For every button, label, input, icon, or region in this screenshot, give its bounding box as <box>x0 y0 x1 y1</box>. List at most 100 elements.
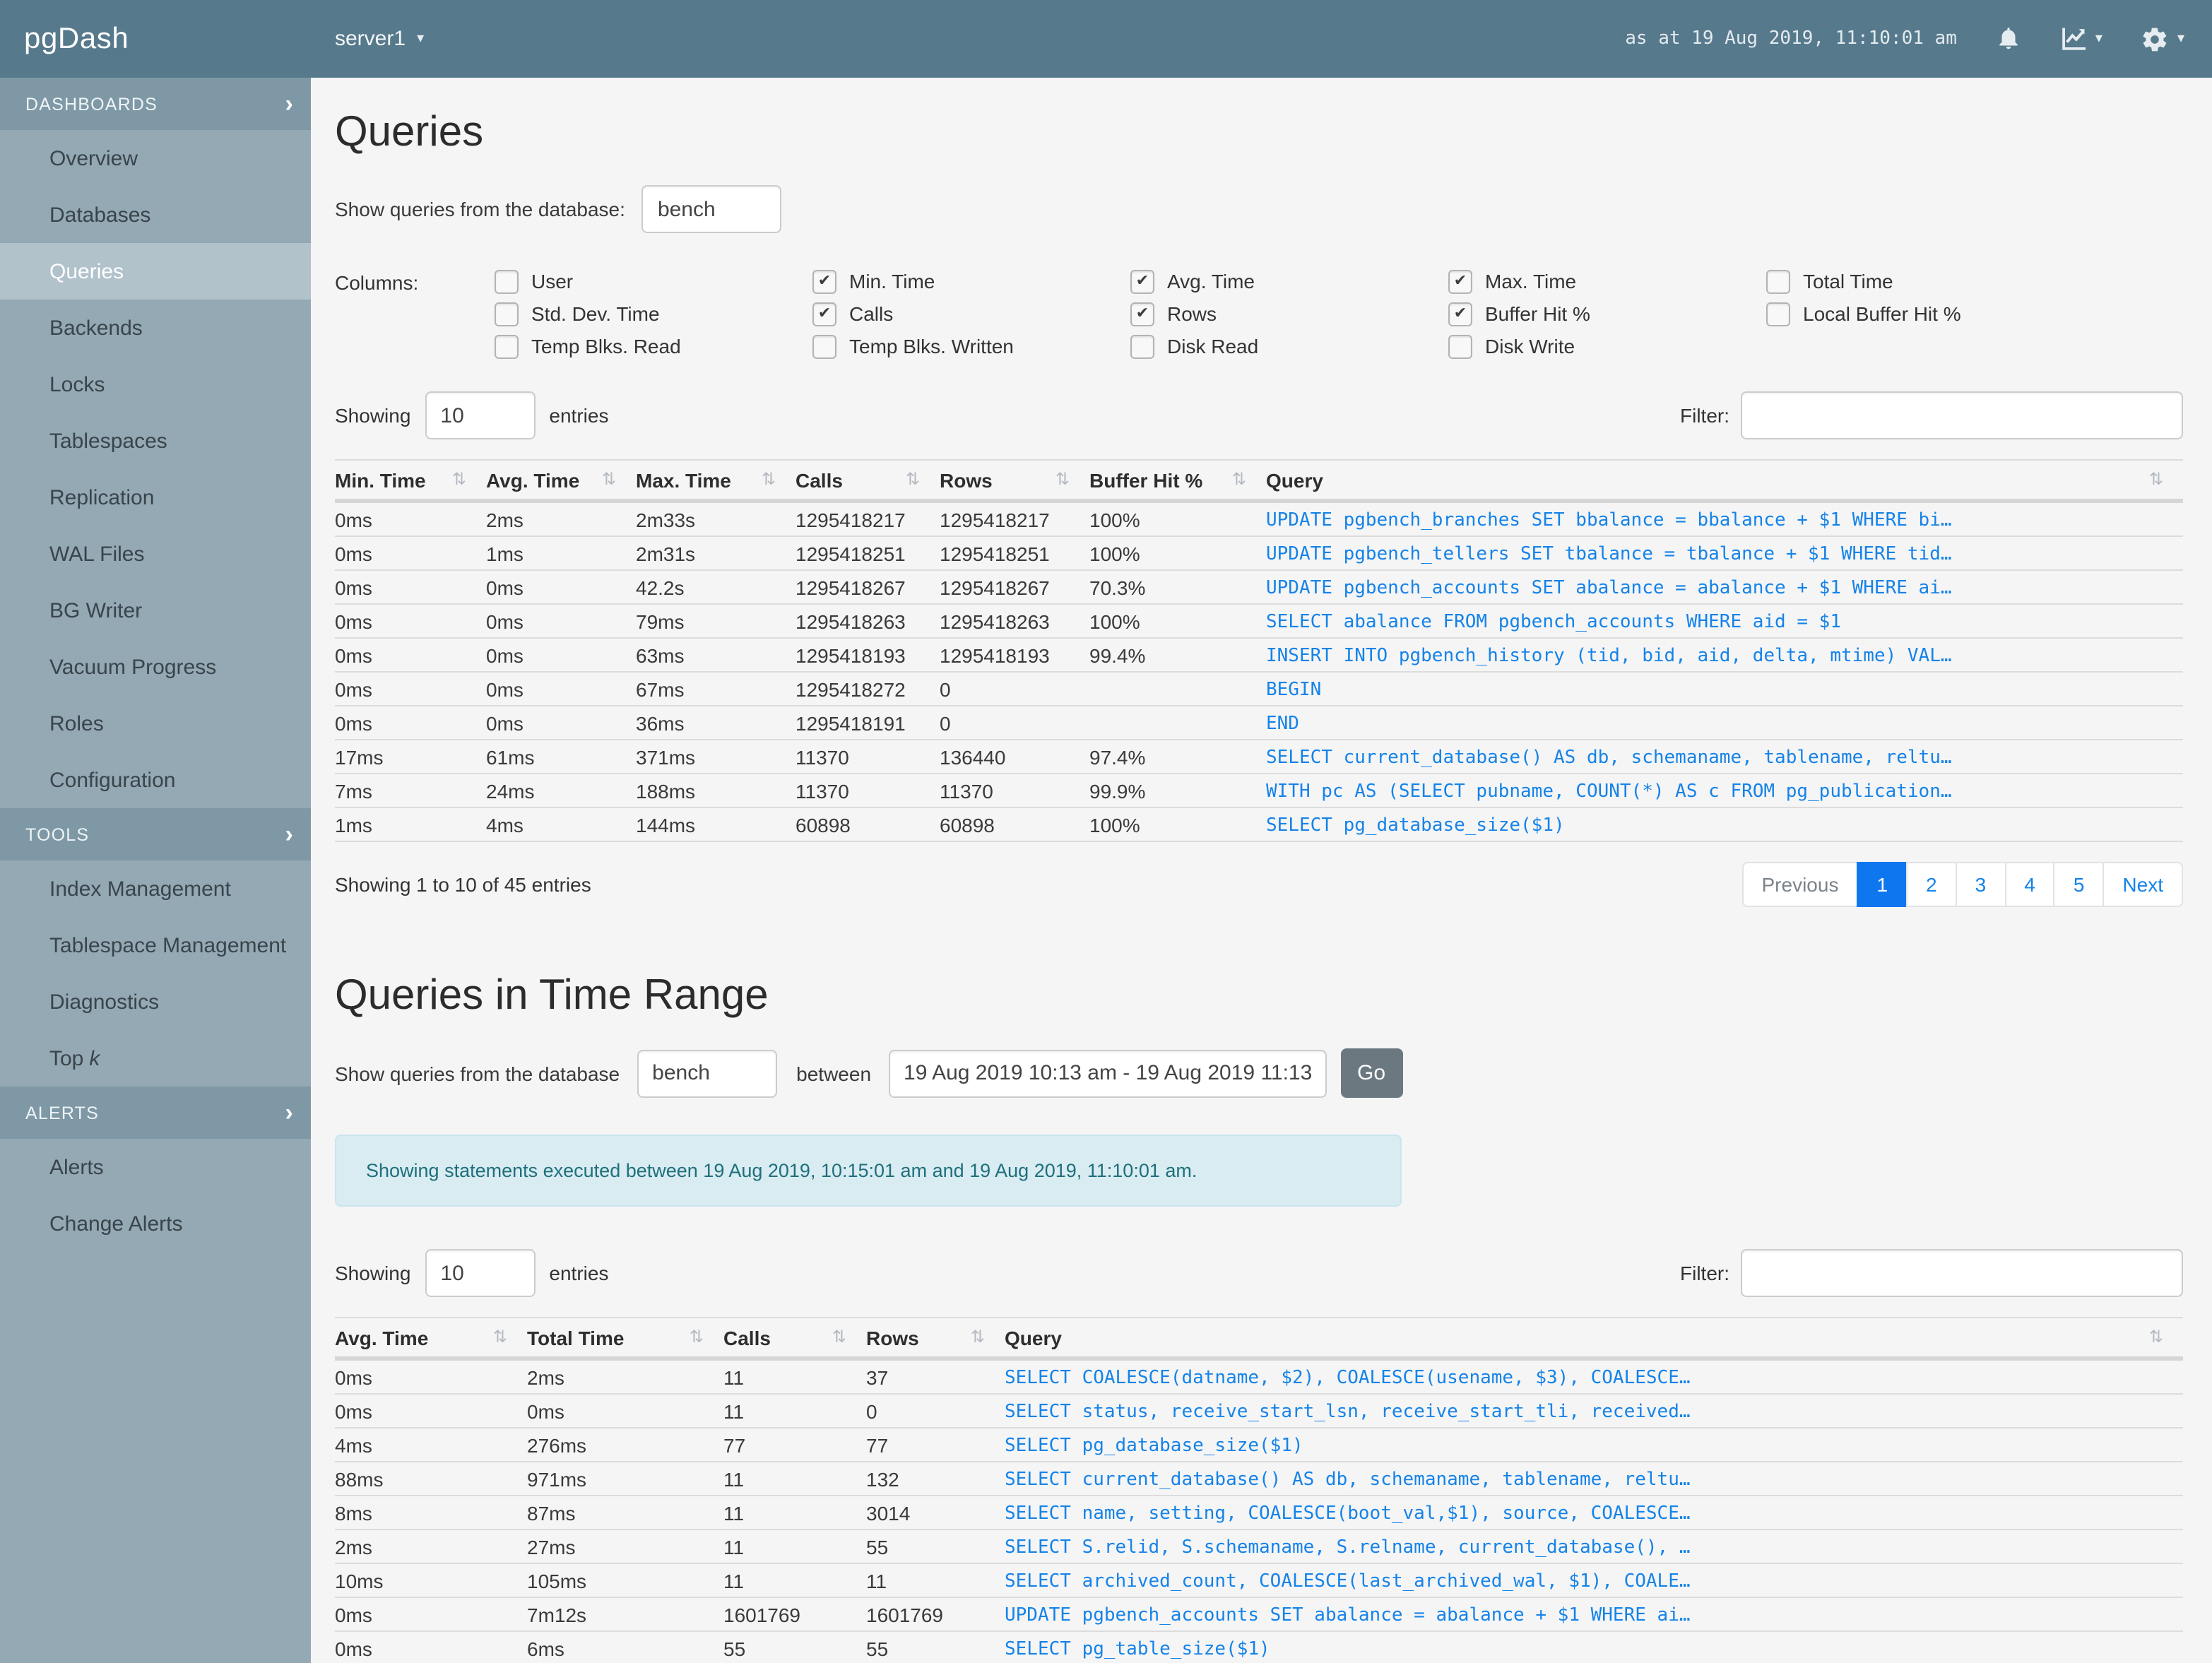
checkbox-checked-icon[interactable]: ✔ <box>1448 302 1472 326</box>
sidebar-item-configuration[interactable]: Configuration <box>0 752 311 808</box>
sidebar-item-backends[interactable]: Backends <box>0 300 311 356</box>
query-link[interactable]: WITH pc AS (SELECT pubname, COUNT(*) AS … <box>1266 774 2183 808</box>
query-link[interactable]: SELECT status, receive_start_lsn, receiv… <box>1005 1394 2183 1428</box>
column-toggle-local-buffer-hit[interactable]: Local Buffer Hit % <box>1766 302 1961 326</box>
column-toggle-min-time[interactable]: ✔ Min. Time <box>812 269 1130 293</box>
checkbox-unchecked-icon[interactable] <box>1448 334 1472 358</box>
sidebar-item-diagnostics[interactable]: Diagnostics <box>0 973 311 1030</box>
sidebar-item-bg-writer[interactable]: BG Writer <box>0 582 311 639</box>
column-toggle-buffer-hit[interactable]: ✔ Buffer Hit % <box>1448 302 1766 326</box>
server-selector[interactable]: server1 ▾ <box>335 27 424 51</box>
sidebar-item-wal-files[interactable]: WAL Files <box>0 526 311 582</box>
pagination-page-3[interactable]: 3 <box>1955 862 2006 907</box>
sidebar-item-locks[interactable]: Locks <box>0 356 311 413</box>
sidebar-section-alerts[interactable]: ALERTS › <box>0 1087 311 1139</box>
column-toggle-max-time[interactable]: ✔ Max. Time <box>1448 269 1766 293</box>
query-link[interactable]: BEGIN <box>1266 672 2183 706</box>
sidebar-item-replication[interactable]: Replication <box>0 469 311 526</box>
column-toggle-user[interactable]: User <box>495 269 812 293</box>
sidebar-item-databases[interactable]: Databases <box>0 187 311 243</box>
sort-icon[interactable]: ⇅ <box>2149 469 2163 489</box>
column-header-query[interactable]: ⇅ Query <box>1266 459 2183 503</box>
checkbox-checked-icon[interactable]: ✔ <box>812 302 836 326</box>
checkbox-unchecked-icon[interactable] <box>812 334 836 358</box>
sidebar-section-dashboards[interactable]: DASHBOARDS › <box>0 78 311 130</box>
sidebar-item-change-alerts[interactable]: Change Alerts <box>0 1195 311 1252</box>
query-link[interactable]: SELECT archived_count, COALESCE(last_arc… <box>1005 1563 2183 1598</box>
column-toggle-temp-blks-written[interactable]: Temp Blks. Written <box>812 334 1130 358</box>
sidebar-item-overview[interactable]: Overview <box>0 130 311 187</box>
notifications-bell-button[interactable] <box>1995 25 2022 52</box>
date-range-input[interactable] <box>888 1049 1327 1097</box>
database-input[interactable] <box>641 185 782 233</box>
query-link[interactable]: SELECT current_database() AS db, scheman… <box>1266 740 2183 774</box>
column-header-max-time[interactable]: ⇅ Max. Time <box>636 459 796 503</box>
pagination-page-4[interactable]: 4 <box>2004 862 2055 907</box>
column-header-avg-time[interactable]: ⇅ Avg. Time <box>335 1317 527 1361</box>
sort-icon[interactable]: ⇅ <box>2149 1327 2163 1347</box>
column-toggle-disk-write[interactable]: Disk Write <box>1448 334 1766 358</box>
column-header-calls[interactable]: ⇅ Calls <box>723 1317 866 1361</box>
checkbox-checked-icon[interactable]: ✔ <box>812 269 836 293</box>
sidebar-section-tools[interactable]: TOOLS › <box>0 808 311 860</box>
checkbox-checked-icon[interactable]: ✔ <box>1448 269 1472 293</box>
checkbox-unchecked-icon[interactable] <box>1766 269 1790 293</box>
sidebar-item-tablespace-management[interactable]: Tablespace Management <box>0 917 311 973</box>
query-link[interactable]: INSERT INTO pgbench_history (tid, bid, a… <box>1266 638 2183 673</box>
entries-count-input[interactable] <box>425 391 536 439</box>
checkbox-unchecked-icon[interactable] <box>495 302 519 326</box>
sort-icon[interactable]: ⇅ <box>493 1327 507 1347</box>
column-header-rows[interactable]: ⇅ Rows <box>866 1317 1005 1361</box>
pagination-previous[interactable]: Previous <box>1741 862 1859 907</box>
sidebar-item-queries[interactable]: Queries <box>0 243 311 300</box>
column-header-total-time[interactable]: ⇅ Total Time <box>527 1317 723 1361</box>
pagination-page-1[interactable]: 1 <box>1857 862 1908 907</box>
settings-menu-button[interactable]: ▾ <box>2141 25 2184 53</box>
query-link[interactable]: UPDATE pgbench_tellers SET tbalance = tb… <box>1266 536 2183 571</box>
pagination-page-2[interactable]: 2 <box>1906 862 1957 907</box>
sort-icon[interactable]: ⇅ <box>762 469 776 489</box>
column-toggle-std-dev-time[interactable]: Std. Dev. Time <box>495 302 812 326</box>
query-link[interactable]: END <box>1266 706 2183 740</box>
pagination-next[interactable]: Next <box>2102 862 2183 907</box>
database-input-2[interactable] <box>637 1049 777 1097</box>
sidebar-item-vacuum-progress[interactable]: Vacuum Progress <box>0 639 311 695</box>
sort-icon[interactable]: ⇅ <box>971 1327 985 1347</box>
query-link[interactable]: UPDATE pgbench_accounts SET abalance = a… <box>1266 570 2183 605</box>
query-link[interactable]: SELECT S.relid, S.schemaname, S.relname,… <box>1005 1529 2183 1564</box>
query-link[interactable]: SELECT pg_database_size($1) <box>1266 807 2183 842</box>
column-header-calls[interactable]: ⇅ Calls <box>796 459 940 503</box>
query-link[interactable]: SELECT current_database() AS db, scheman… <box>1005 1462 2183 1496</box>
sort-icon[interactable]: ⇅ <box>602 469 616 489</box>
column-header-query[interactable]: ⇅ Query <box>1005 1317 2183 1361</box>
sort-icon[interactable]: ⇅ <box>1055 469 1070 489</box>
charts-menu-button[interactable]: ▾ <box>2060 27 2102 51</box>
filter-input-2[interactable] <box>1741 1249 2183 1297</box>
query-link[interactable]: UPDATE pgbench_accounts SET abalance = a… <box>1005 1597 2183 1632</box>
column-header-buffer-hit[interactable]: ⇅ Buffer Hit % <box>1089 459 1266 503</box>
query-link[interactable]: UPDATE pgbench_branches SET bbalance = b… <box>1266 501 2183 537</box>
column-toggle-calls[interactable]: ✔ Calls <box>812 302 1130 326</box>
checkbox-unchecked-icon[interactable] <box>1130 334 1154 358</box>
column-toggle-disk-read[interactable]: Disk Read <box>1130 334 1448 358</box>
query-link[interactable]: SELECT pg_table_size($1) <box>1005 1631 2183 1663</box>
sidebar-item-roles[interactable]: Roles <box>0 695 311 752</box>
query-link[interactable]: SELECT name, setting, COALESCE(boot_val,… <box>1005 1496 2183 1530</box>
checkbox-unchecked-icon[interactable] <box>495 269 519 293</box>
sort-icon[interactable]: ⇅ <box>832 1327 846 1347</box>
query-link[interactable]: SELECT abalance FROM pgbench_accounts WH… <box>1266 604 2183 639</box>
column-header-avg-time[interactable]: ⇅ Avg. Time <box>486 459 636 503</box>
query-link[interactable]: SELECT COALESCE(datname, $2), COALESCE(u… <box>1005 1359 2183 1395</box>
go-button[interactable]: Go <box>1340 1048 1403 1098</box>
sidebar-item-index-management[interactable]: Index Management <box>0 860 311 917</box>
entries-count-input-2[interactable] <box>425 1249 536 1297</box>
sort-icon[interactable]: ⇅ <box>690 1327 704 1347</box>
checkbox-unchecked-icon[interactable] <box>1766 302 1790 326</box>
sort-icon[interactable]: ⇅ <box>452 469 466 489</box>
sidebar-item-tablespaces[interactable]: Tablespaces <box>0 413 311 469</box>
brand-logo[interactable]: pgDash <box>0 22 311 56</box>
checkbox-checked-icon[interactable]: ✔ <box>1130 269 1154 293</box>
column-toggle-total-time[interactable]: Total Time <box>1766 269 1961 293</box>
sort-icon[interactable]: ⇅ <box>906 469 920 489</box>
query-link[interactable]: SELECT pg_database_size($1) <box>1005 1428 2183 1462</box>
